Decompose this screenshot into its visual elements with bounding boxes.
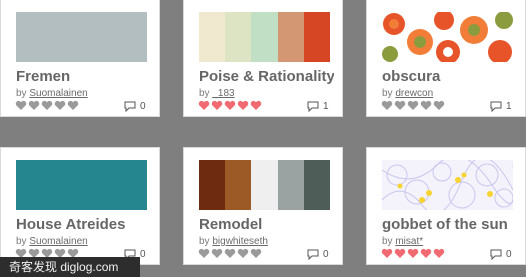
comments-link[interactable]: 0 xyxy=(124,101,146,112)
swatch-color xyxy=(199,12,226,62)
comment-icon xyxy=(490,249,502,260)
author-link[interactable]: _183 xyxy=(212,88,234,99)
palette-title[interactable]: House Atreides xyxy=(16,216,151,233)
by-label: by xyxy=(199,88,210,99)
comment-icon xyxy=(124,101,136,112)
palette-byline: by Suomalainen xyxy=(16,88,88,99)
comments-link[interactable]: 0 xyxy=(490,249,512,260)
swatch-color xyxy=(303,12,330,62)
palette-title[interactable]: Fremen xyxy=(16,68,151,85)
heart-icon[interactable] xyxy=(211,248,223,259)
heart-icon[interactable] xyxy=(420,100,432,111)
heart-icon[interactable] xyxy=(407,248,419,259)
heart-icon[interactable] xyxy=(211,100,223,111)
rating-hearts[interactable] xyxy=(15,100,79,112)
author-link[interactable]: Suomalainen xyxy=(29,236,87,247)
comment-count: 1 xyxy=(323,101,329,112)
heart-icon[interactable] xyxy=(433,248,445,259)
rating-hearts[interactable] xyxy=(381,248,445,260)
comments-link[interactable]: 1 xyxy=(490,101,512,112)
palette-swatch[interactable] xyxy=(382,160,513,210)
swatch-color xyxy=(303,160,330,210)
comment-icon xyxy=(490,101,502,112)
by-label: by xyxy=(382,88,393,99)
palette-swatch[interactable] xyxy=(16,160,147,210)
author-link[interactable]: misat* xyxy=(395,236,423,247)
heart-icon[interactable] xyxy=(237,100,249,111)
heart-icon[interactable] xyxy=(250,100,262,111)
heart-icon[interactable] xyxy=(15,100,27,111)
palette-title[interactable]: Remodel xyxy=(199,216,334,233)
author-link[interactable]: Suomalainen xyxy=(29,88,87,99)
palette-byline: by _183 xyxy=(199,88,235,99)
heart-icon[interactable] xyxy=(67,100,79,111)
swatch-color xyxy=(225,12,252,62)
swatch-color xyxy=(16,12,147,62)
heart-icon[interactable] xyxy=(381,248,393,259)
palette-title[interactable]: obscura xyxy=(382,68,517,85)
heart-icon[interactable] xyxy=(41,100,53,111)
palette-swatch[interactable] xyxy=(16,12,147,62)
rating-hearts[interactable] xyxy=(198,100,262,112)
comments-link[interactable]: 1 xyxy=(307,101,329,112)
palette-title[interactable]: Poise & Rationality xyxy=(199,68,334,85)
heart-icon[interactable] xyxy=(224,248,236,259)
comment-count: 0 xyxy=(140,101,146,112)
heart-icon[interactable] xyxy=(237,248,249,259)
swatch-color xyxy=(225,160,252,210)
palette-title[interactable]: gobbet of the sun xyxy=(382,216,517,233)
heart-icon[interactable] xyxy=(198,100,210,111)
heart-icon[interactable] xyxy=(28,100,40,111)
palette-card: House Atreides by Suomalainen 0 xyxy=(0,147,160,265)
heart-icon[interactable] xyxy=(381,100,393,111)
palette-byline: by Suomalainen xyxy=(16,236,88,247)
heart-icon[interactable] xyxy=(250,248,262,259)
heart-icon[interactable] xyxy=(198,248,210,259)
comment-count: 0 xyxy=(323,249,329,260)
palette-card: Fremen by Suomalainen 0 xyxy=(0,0,160,117)
heart-icon[interactable] xyxy=(394,248,406,259)
swatch-color xyxy=(251,160,278,210)
heart-icon[interactable] xyxy=(420,248,432,259)
palette-swatch[interactable] xyxy=(199,12,330,62)
by-label: by xyxy=(199,236,210,247)
by-label: by xyxy=(16,88,27,99)
swatch-color xyxy=(277,12,304,62)
comment-count: 0 xyxy=(140,249,146,260)
palette-card: Poise & Rationality by _183 1 xyxy=(183,0,343,117)
heart-icon[interactable] xyxy=(433,100,445,111)
swatch-color xyxy=(16,160,147,210)
palette-swatch[interactable] xyxy=(199,160,330,210)
palette-card: obscura by drewcon 1 xyxy=(366,0,526,117)
pattern-thumbnail xyxy=(382,12,513,62)
by-label: by xyxy=(16,236,27,247)
palette-card: gobbet of the sun by misat* 0 xyxy=(366,147,526,265)
comment-icon xyxy=(307,101,319,112)
heart-icon[interactable] xyxy=(407,100,419,111)
rating-hearts[interactable] xyxy=(381,100,445,112)
comment-icon xyxy=(307,249,319,260)
by-label: by xyxy=(382,236,393,247)
swatch-color xyxy=(277,160,304,210)
palette-swatch[interactable] xyxy=(382,12,513,62)
pattern-thumbnail xyxy=(382,160,513,210)
comments-link[interactable]: 0 xyxy=(307,249,329,260)
heart-icon[interactable] xyxy=(54,100,66,111)
palette-grid-page: Fremen by Suomalainen 0 Poise & Rational… xyxy=(0,0,526,277)
heart-icon[interactable] xyxy=(224,100,236,111)
palette-byline: by misat* xyxy=(382,236,423,247)
palette-byline: by bigwhiteseth xyxy=(199,236,268,247)
palette-byline: by drewcon xyxy=(382,88,433,99)
comment-count: 1 xyxy=(506,101,512,112)
palette-card: Remodel by bigwhiteseth 0 xyxy=(183,147,343,265)
heart-icon[interactable] xyxy=(394,100,406,111)
author-link[interactable]: drewcon xyxy=(395,88,433,99)
author-link[interactable]: bigwhiteseth xyxy=(212,236,268,247)
comment-count: 0 xyxy=(506,249,512,260)
rating-hearts[interactable] xyxy=(198,248,262,260)
swatch-color xyxy=(199,160,226,210)
watermark-banner: 奇客发现 diglog.com xyxy=(0,257,140,277)
swatch-color xyxy=(251,12,278,62)
